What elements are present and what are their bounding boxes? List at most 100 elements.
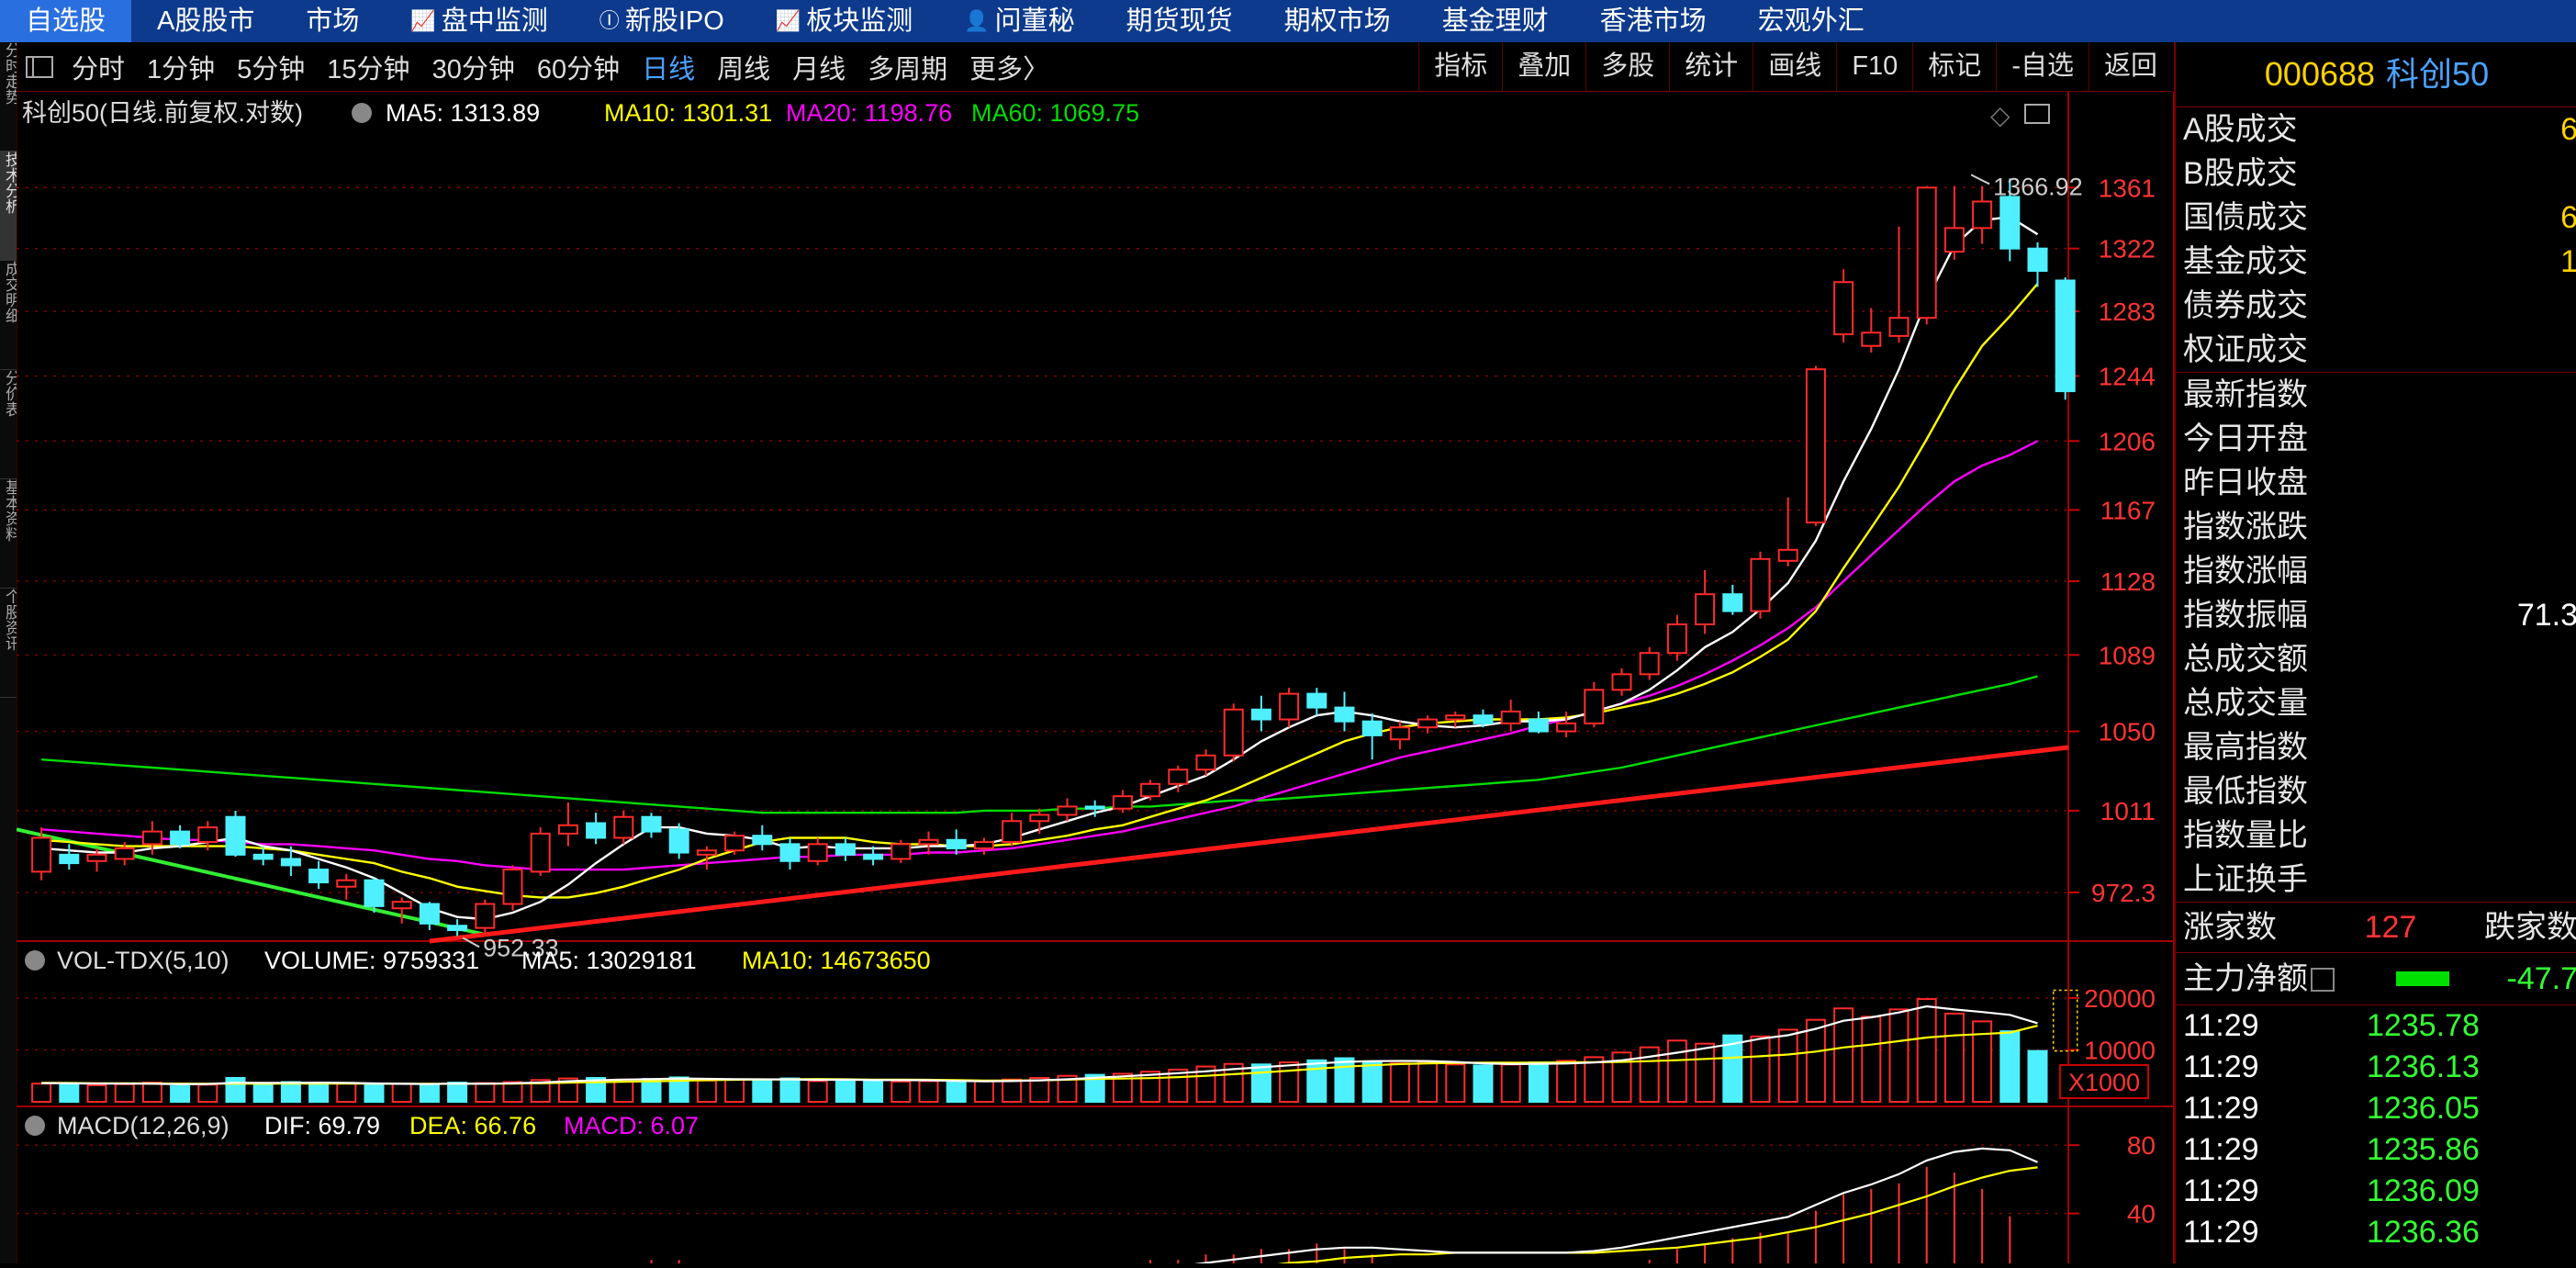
period-toolbar: 分时 1分钟 5分钟 15分钟 30分钟 60分钟 日线 周线 月线 多周期 更多〉 指标 叠加 多股统… bbox=[17, 42, 2172, 92]
tool-button-0[interactable]: 指标 bbox=[1418, 42, 1502, 91]
ma20-line bbox=[41, 440, 2039, 871]
macd-dropdown-icon[interactable] bbox=[25, 1116, 45, 1136]
nav-item-0[interactable]: 自选股 bbox=[0, 0, 132, 42]
nav-item-11[interactable]: 宏观外汇 bbox=[1732, 0, 1890, 42]
period-tab-0[interactable]: 分时 bbox=[61, 48, 136, 86]
nav-item-5[interactable]: 📈 板块监测 bbox=[750, 0, 938, 42]
index-stat-row: 指数涨跌 bbox=[2176, 505, 2576, 549]
candle-up bbox=[1223, 708, 1244, 757]
tool-button-6[interactable]: 标记 bbox=[1912, 42, 1996, 91]
legend-dropdown-icon[interactable] bbox=[352, 103, 372, 123]
tool-button-8[interactable]: 返回 bbox=[2088, 42, 2172, 91]
candle-up bbox=[31, 836, 52, 873]
panel-toggle-icon[interactable] bbox=[2024, 104, 2050, 124]
vol-dropdown-icon[interactable] bbox=[25, 950, 45, 971]
quote-panel: 000688 科创50 A股成交 6 B股成交国债成交 6 基金成交 1 债券成交权证成交 最… bbox=[2174, 42, 2576, 1263]
left-tab-1[interactable]: 技术分析 bbox=[0, 151, 17, 261]
period-tab-3[interactable]: 15分钟 bbox=[316, 48, 420, 86]
tool-button-4[interactable]: 画线 bbox=[1753, 42, 1836, 91]
candle-up bbox=[86, 853, 107, 862]
period-tab-8[interactable]: 月线 bbox=[781, 48, 857, 86]
svg-text:MA10: 1301.31: MA10: 1301.31 bbox=[604, 99, 772, 127]
nav-item-3[interactable]: 📈 盘中监测 bbox=[385, 0, 573, 42]
low-pointer bbox=[462, 937, 480, 948]
volume-bar bbox=[225, 1077, 246, 1103]
ma20-legend: MA20: 1198.76 bbox=[786, 99, 952, 127]
candle-up bbox=[918, 838, 939, 846]
left-tab-4[interactable]: 基本资料 bbox=[0, 479, 17, 589]
candle-up bbox=[1611, 673, 1632, 691]
layout-toggle-icon[interactable] bbox=[26, 55, 53, 78]
macd-tick-label: 80 bbox=[2127, 1131, 2156, 1160]
stat-row: 权证成交 bbox=[2176, 328, 2576, 372]
tool-button-7[interactable]: -自选 bbox=[1996, 42, 2089, 91]
main-legend: 科创50(日线.前复权.对数) MA5: 1313.89 MA10: 1301.… bbox=[22, 99, 2050, 129]
candle-up bbox=[391, 901, 412, 910]
nav-item-1[interactable]: A股股市 bbox=[131, 0, 280, 42]
tool-button-5[interactable]: F10 bbox=[1836, 42, 1912, 91]
tool-button-1[interactable]: 叠加 bbox=[1502, 42, 1585, 91]
nav-item-label: 期货现货 bbox=[1126, 6, 1233, 36]
left-tab-5[interactable]: 个股资讯 bbox=[0, 589, 17, 698]
nav-item-4[interactable]: Ⓘ 新股IPO bbox=[574, 0, 750, 42]
tick-list: 11:29 1235.78 11:29 1236.13 11:29 1236.05 11:2… bbox=[2176, 1005, 2576, 1253]
diamond-icon[interactable]: ◇ bbox=[1990, 101, 2010, 129]
index-stat-label: 指数涨跌 bbox=[2183, 510, 2308, 544]
nav-item-10[interactable]: 香港市场 bbox=[1574, 0, 1732, 42]
left-tab-3[interactable]: 分价表 bbox=[0, 370, 17, 479]
period-tab-10[interactable]: 更多〉 bbox=[958, 48, 1060, 86]
period-tab-9[interactable]: 多周期 bbox=[857, 48, 958, 86]
period-tab-4[interactable]: 30分钟 bbox=[421, 48, 526, 86]
svg-text:MA5: 1313.89: MA5: 1313.89 bbox=[386, 99, 540, 127]
stat-label: 基金成交 bbox=[2183, 244, 2308, 279]
tick-time: 11:29 bbox=[2183, 1049, 2259, 1084]
nav-item-8[interactable]: 期权市场 bbox=[1259, 0, 1417, 42]
volume-tick-label: 10000 bbox=[2084, 1036, 2156, 1064]
nav-item-7[interactable]: 期货现货 bbox=[1101, 0, 1259, 42]
volume-bar bbox=[752, 1079, 773, 1103]
candle-down bbox=[170, 830, 191, 846]
candle-down bbox=[1473, 714, 1494, 724]
chart-area[interactable]: 1361 1322 1283 1244 1206 1167 1128 1089 1050 1011… bbox=[16, 92, 2175, 1268]
volume-bar bbox=[1473, 1064, 1494, 1104]
volume-bar bbox=[1334, 1057, 1355, 1103]
period-tab-1[interactable]: 1分钟 bbox=[136, 48, 226, 86]
candle-down bbox=[641, 815, 662, 833]
volume-bar bbox=[1389, 1062, 1410, 1104]
candle-down bbox=[364, 879, 385, 907]
nav-item-6[interactable]: 👤 问董秘 bbox=[938, 0, 1100, 42]
nav-item-label: 自选股 bbox=[26, 6, 106, 36]
price-tick-label: 1128 bbox=[2100, 567, 2156, 596]
candle-down bbox=[419, 903, 440, 925]
chart-icon: 📈 bbox=[410, 9, 436, 32]
candlesticks bbox=[31, 178, 2076, 937]
candle-up bbox=[1002, 820, 1023, 844]
left-tab-0[interactable]: 分时走势 bbox=[0, 42, 17, 151]
tool-button-3[interactable]: 统计 bbox=[1669, 42, 1753, 91]
left-tab-2[interactable]: 成交明细 bbox=[0, 261, 17, 370]
nav-item-9[interactable]: 基金理财 bbox=[1417, 0, 1574, 42]
index-stat-row: 指数振幅 71.3 bbox=[2176, 593, 2576, 637]
tick-row: 11:29 1236.13 bbox=[2176, 1047, 2576, 1088]
volume-bar bbox=[641, 1078, 662, 1104]
nav-item-2[interactable]: 市场 bbox=[280, 0, 385, 42]
tick-price: 1235.78 bbox=[2367, 1008, 2480, 1043]
security-code: 000688 bbox=[2264, 55, 2376, 93]
volume-bar bbox=[252, 1082, 274, 1104]
index-stat-label: 总成交量 bbox=[2183, 686, 2308, 721]
period-tab-7[interactable]: 周线 bbox=[706, 48, 781, 86]
kline-chart[interactable]: 1361 1322 1283 1244 1206 1167 1128 1089 1050 1011… bbox=[16, 92, 2175, 1268]
period-tab-2[interactable]: 5分钟 bbox=[226, 48, 316, 86]
volume-bar bbox=[1445, 1063, 1466, 1103]
period-tab-5[interactable]: 60分钟 bbox=[526, 48, 631, 86]
period-tab-6[interactable]: 日线 bbox=[631, 48, 706, 86]
candle-up bbox=[724, 835, 745, 852]
candle-down bbox=[1999, 196, 2021, 250]
tool-button-2[interactable]: 多股 bbox=[1585, 42, 1669, 91]
candle-up bbox=[1972, 200, 1993, 230]
price-tick-label: 972.3 bbox=[2091, 879, 2156, 907]
volume-bar bbox=[1250, 1063, 1271, 1103]
tick-row: 11:29 1236.05 bbox=[2176, 1088, 2576, 1129]
tick-row: 11:29 1236.36 bbox=[2176, 1212, 2576, 1253]
flow-detail-icon[interactable] bbox=[2310, 968, 2335, 992]
